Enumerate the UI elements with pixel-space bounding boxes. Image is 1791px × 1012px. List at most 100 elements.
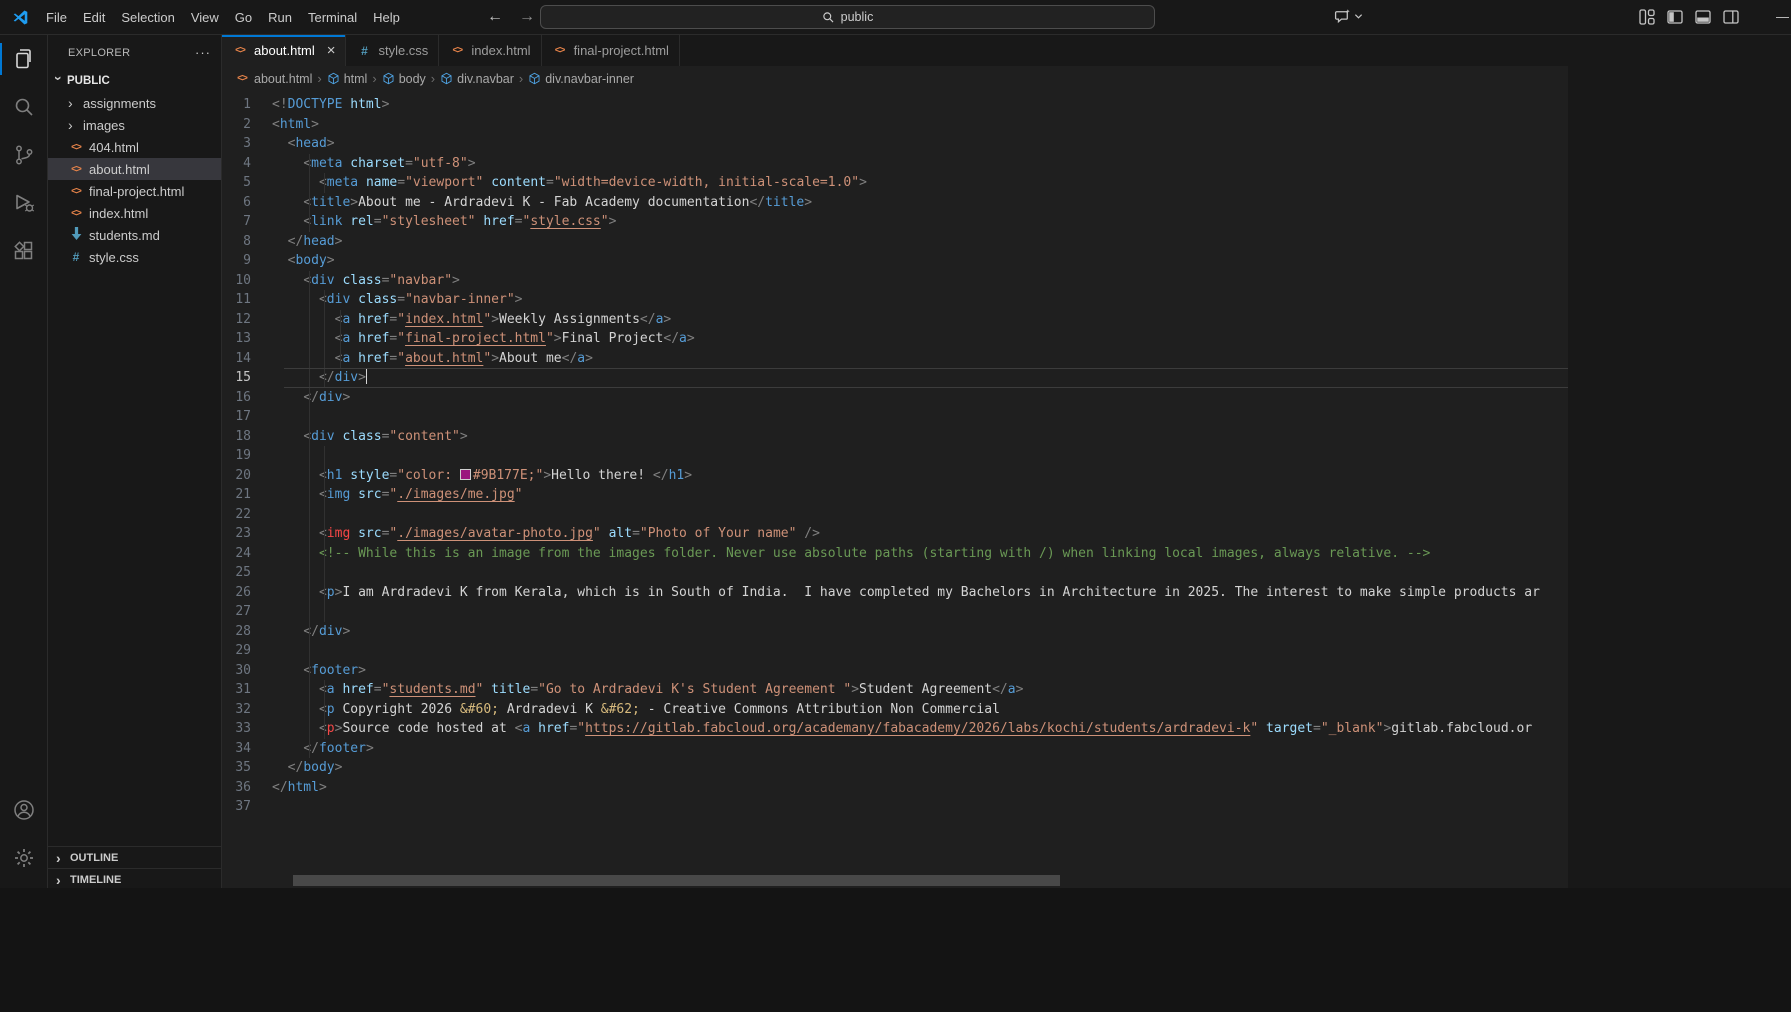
file-tree-item-assignments[interactable]: › assignments <box>48 92 221 114</box>
code-line[interactable]: 14 <a href="about.html">About me</a> <box>222 348 1568 368</box>
source-control-activity-button[interactable] <box>0 131 48 179</box>
menu-run[interactable]: Run <box>260 6 300 29</box>
extensions-icon <box>14 241 33 260</box>
scrollbar-slider[interactable] <box>293 875 1060 886</box>
toggle-panel-icon[interactable] <box>1694 8 1712 26</box>
timeline-section[interactable]: › TIMELINE <box>48 868 221 888</box>
file-tree-item-images[interactable]: › images <box>48 114 221 136</box>
code-line[interactable]: 4 <meta charset="utf-8"> <box>222 153 1568 173</box>
ellipsis-icon[interactable]: ··· <box>195 45 211 60</box>
code-line[interactable]: 16 </div> <box>222 387 1568 407</box>
menu-edit[interactable]: Edit <box>75 6 113 29</box>
breadcrumb-label: div.navbar <box>457 71 514 86</box>
minimize-button[interactable]: — <box>1774 8 1791 26</box>
file-tree-item-style.css[interactable]: # style.css <box>48 246 221 268</box>
menu-terminal[interactable]: Terminal <box>300 6 365 29</box>
menu-view[interactable]: View <box>183 6 227 29</box>
breadcrumb-item[interactable]: <> about.html <box>234 72 312 86</box>
back-arrow[interactable]: ← <box>484 7 506 29</box>
code-line[interactable]: 21 <img src="./images/me.jpg" <box>222 485 1568 505</box>
explorer-activity-button[interactable] <box>0 35 48 83</box>
file-tree-item-about.html[interactable]: <> about.html <box>48 158 221 180</box>
command-center-search[interactable]: public <box>540 5 1155 29</box>
tab-final-project.html[interactable]: <> final-project.html <box>542 35 680 66</box>
code-line[interactable]: 18 <div class="content"> <box>222 426 1568 446</box>
code-line[interactable]: 19 <box>222 446 1568 466</box>
code-line[interactable]: 5 <meta name="viewport" content="width=d… <box>222 173 1568 193</box>
file-tree-item-index.html[interactable]: <> index.html <box>48 202 221 224</box>
code-line[interactable]: 6 <title>About me - Ardradevi K - Fab Ac… <box>222 192 1568 212</box>
code-line[interactable]: 27 <box>222 602 1568 622</box>
code-line[interactable]: 29 <box>222 641 1568 661</box>
code-line[interactable]: 7 <link rel="stylesheet" href="style.css… <box>222 212 1568 232</box>
code-editor[interactable]: 1 <!DOCTYPE html> 2 <html> 3 <head> 4 <meta c… <box>222 91 1568 874</box>
close-icon[interactable]: × <box>327 43 336 58</box>
forward-arrow[interactable]: → <box>516 7 538 29</box>
indent-guide <box>339 329 341 349</box>
chat-icon <box>1334 9 1350 24</box>
indent-guide <box>308 446 310 466</box>
horizontal-scrollbar[interactable] <box>222 875 1568 886</box>
code-line[interactable]: 36 </html> <box>222 778 1568 798</box>
code-line[interactable]: 30 <footer> <box>222 660 1568 680</box>
code-line[interactable]: 12 <a href="index.html">Weekly Assignmen… <box>222 309 1568 329</box>
settings-button[interactable] <box>0 834 48 882</box>
code-line[interactable]: 2 <html> <box>222 115 1568 135</box>
code-line[interactable]: 33 <p>Source code hosted at <a href="htt… <box>222 719 1568 739</box>
code-line[interactable]: 28 </div> <box>222 621 1568 641</box>
menu-file[interactable]: File <box>38 6 75 29</box>
code-line[interactable]: 25 <box>222 563 1568 583</box>
extensions-activity-button[interactable] <box>0 227 48 275</box>
tab-index.html[interactable]: <> index.html <box>439 35 542 66</box>
code-line[interactable]: 31 <a href="students.md" title="Go to Ar… <box>222 680 1568 700</box>
menu-selection[interactable]: Selection <box>113 6 182 29</box>
code-line[interactable]: 8 </head> <box>222 232 1568 252</box>
code-line[interactable]: 15 </div> <box>222 368 1568 388</box>
breadcrumb-item[interactable]: body <box>382 72 426 86</box>
color-swatch[interactable] <box>459 468 471 480</box>
code-line[interactable]: 32 <p Copyright 2026 &#60; Ardradevi K &… <box>222 699 1568 719</box>
code-line[interactable]: 34 </footer> <box>222 738 1568 758</box>
code-line[interactable]: 9 <body> <box>222 251 1568 271</box>
file-tree-item-404.html[interactable]: <> 404.html <box>48 136 221 158</box>
nav-arrows: ← → <box>484 7 538 29</box>
chevron-down-icon <box>1354 14 1363 19</box>
file-tree-item-students.md[interactable]: students.md <box>48 224 221 246</box>
code-line[interactable]: 26 <p>I am Ardradevi K from Kerala, whic… <box>222 582 1568 602</box>
indent-guide <box>308 153 310 173</box>
code-line[interactable]: 24 <!-- While this is an image from the … <box>222 543 1568 563</box>
menu-help[interactable]: Help <box>365 6 408 29</box>
code-line[interactable]: 35 </body> <box>222 758 1568 778</box>
tab-label: final-project.html <box>573 43 669 58</box>
customize-layout-icon[interactable] <box>1638 8 1656 26</box>
code-line[interactable]: 17 <box>222 407 1568 427</box>
code-line[interactable]: 23 <img src="./images/avatar-photo.jpg" … <box>222 524 1568 544</box>
outline-section[interactable]: › OUTLINE <box>48 846 221 868</box>
tab-style.css[interactable]: # style.css <box>346 35 440 66</box>
line-content: </body> <box>287 760 343 775</box>
code-line[interactable]: 10 <div class="navbar"> <box>222 270 1568 290</box>
toggle-primary-sidebar-icon[interactable] <box>1666 8 1684 26</box>
code-line[interactable]: 22 <box>222 504 1568 524</box>
code-line[interactable]: 1 <!DOCTYPE html> <box>222 95 1568 115</box>
toggle-secondary-sidebar-icon[interactable] <box>1722 8 1740 26</box>
code-line[interactable]: 11 <div class="navbar-inner"> <box>222 290 1568 310</box>
breadcrumb-item[interactable]: div.navbar-inner <box>528 72 634 86</box>
breadcrumb-item[interactable]: html <box>327 72 367 86</box>
line-content: <img src="./images/avatar-photo.jpg" alt… <box>318 526 820 541</box>
menu-go[interactable]: Go <box>227 6 260 29</box>
breadcrumb-item[interactable]: div.navbar <box>440 72 514 86</box>
explorer-root-folder[interactable]: › PUBLIC <box>48 70 221 92</box>
account-button[interactable] <box>0 786 48 834</box>
search-activity-button[interactable] <box>0 83 48 131</box>
run-debug-activity-button[interactable] <box>0 179 48 227</box>
code-line[interactable]: 37 <box>222 797 1568 817</box>
code-line[interactable]: 3 <head> <box>222 134 1568 154</box>
code-line[interactable]: 20 <h1 style="color: #9B177E;">Hello the… <box>222 465 1568 485</box>
tab-about.html[interactable]: <> about.html × <box>222 35 347 66</box>
indent-guide <box>324 290 326 310</box>
html-file-icon: <> <box>71 185 82 197</box>
code-line[interactable]: 13 <a href="final-project.html">Final Pr… <box>222 329 1568 349</box>
copilot-chat-button[interactable] <box>1334 8 1363 25</box>
file-tree-item-final-project.html[interactable]: <> final-project.html <box>48 180 221 202</box>
